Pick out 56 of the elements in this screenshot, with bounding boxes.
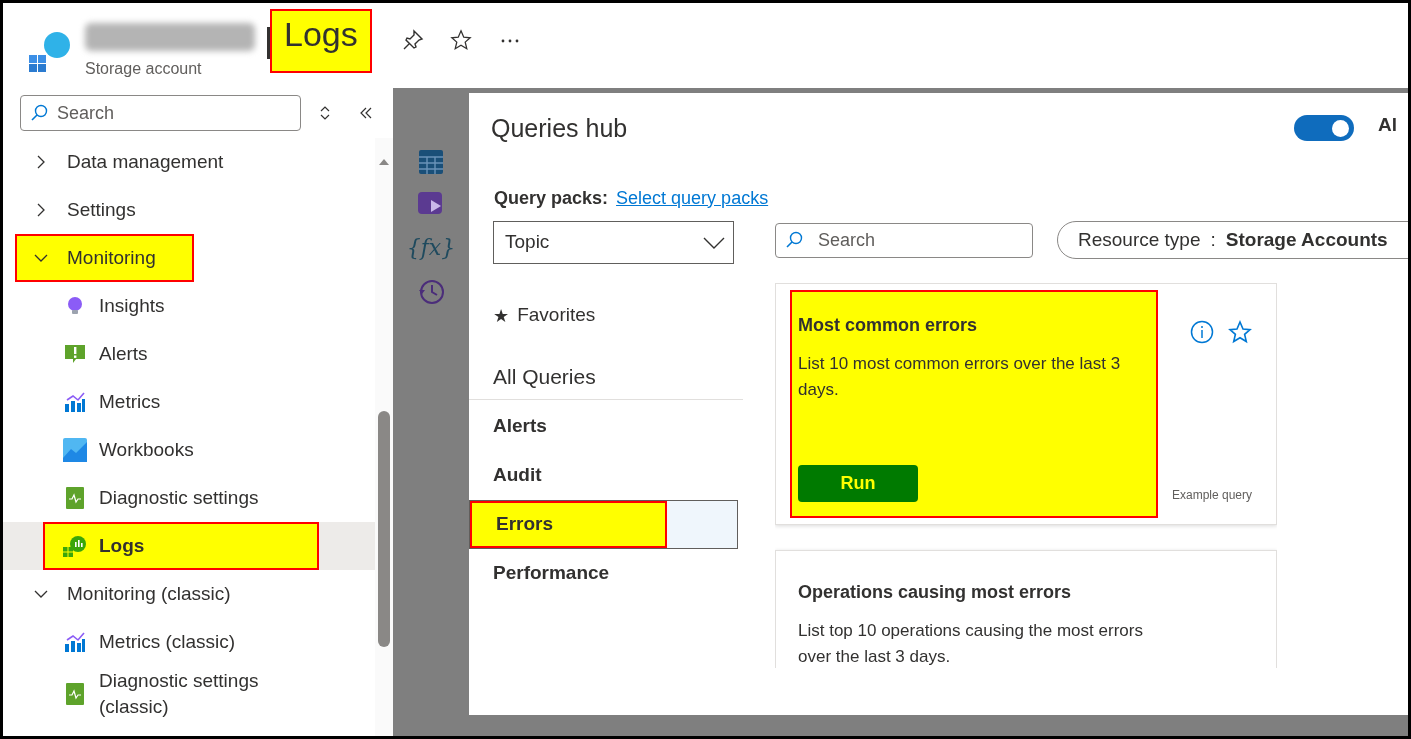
alert-icon bbox=[64, 343, 86, 365]
nav-item[interactable]: Metrics (classic) bbox=[3, 618, 375, 666]
table-icon[interactable] bbox=[418, 149, 444, 175]
collapse-icon[interactable] bbox=[359, 106, 373, 120]
bar-chart-icon bbox=[64, 631, 86, 653]
panel-title: Queries hub bbox=[491, 113, 629, 145]
pin-icon[interactable] bbox=[401, 29, 424, 51]
topic-dropdown[interactable]: Topic bbox=[493, 221, 734, 264]
star-icon[interactable] bbox=[449, 29, 472, 51]
search-icon bbox=[785, 230, 803, 249]
sort-icon[interactable] bbox=[319, 105, 331, 121]
category-item[interactable]: Performance bbox=[469, 549, 610, 598]
category-item[interactable]: ★ Favorites bbox=[469, 290, 596, 340]
nav-group[interactable]: Monitoring (classic) bbox=[15, 570, 269, 618]
star-icon[interactable] bbox=[1228, 320, 1252, 344]
category-item[interactable]: Audit bbox=[469, 451, 542, 500]
chevron-down-icon bbox=[703, 236, 725, 249]
card-footer: Example query bbox=[1171, 486, 1252, 504]
nav-item[interactable]: Diagnostic settings bbox=[3, 474, 375, 522]
select-query-packs-link[interactable]: Select query packs bbox=[616, 184, 769, 212]
logs-icon bbox=[63, 535, 87, 557]
page-title: Logs bbox=[270, 9, 372, 73]
run-button[interactable]: Run bbox=[798, 465, 918, 502]
card-title: Most common errors bbox=[798, 314, 979, 337]
search-field[interactable]: Search bbox=[775, 222, 1033, 258]
nav-group[interactable]: Monitoring bbox=[15, 234, 194, 282]
more-icon[interactable] bbox=[499, 38, 520, 44]
history-icon[interactable] bbox=[417, 278, 445, 306]
nav-item[interactable]: Logs bbox=[3, 522, 375, 570]
category-item[interactable]: All Queries bbox=[469, 340, 596, 399]
diagnostic-icon bbox=[64, 486, 86, 510]
diagnostic-icon bbox=[64, 682, 86, 706]
nav-item[interactable]: Diagnostic settings (classic) bbox=[3, 666, 375, 722]
search-field[interactable]: Search bbox=[20, 95, 301, 131]
toggle-label: Al bbox=[1378, 112, 1398, 137]
info-icon[interactable] bbox=[1190, 320, 1214, 344]
category-item[interactable]: Errors bbox=[470, 501, 667, 548]
scroll-up-icon[interactable] bbox=[378, 158, 390, 166]
nav-item[interactable]: Metrics bbox=[3, 378, 375, 426]
resource-type-label: Storage account bbox=[85, 59, 203, 79]
nav-group[interactable]: Data management bbox=[15, 138, 262, 186]
nav-item[interactable]: Insights bbox=[3, 282, 375, 330]
bar-chart-icon bbox=[64, 391, 86, 413]
nav-item[interactable]: Alerts bbox=[3, 330, 375, 378]
star-glyph: ★ bbox=[493, 303, 510, 328]
toggle-switch[interactable] bbox=[1294, 115, 1354, 141]
card-description: List top 10 operations causing the most errors over the last 3 days. bbox=[798, 620, 1144, 668]
workbook-icon bbox=[63, 438, 87, 462]
video-icon[interactable] bbox=[417, 189, 445, 217]
search-icon bbox=[30, 104, 48, 122]
card-description: List 10 most common errors over the last 3 days. bbox=[798, 353, 1122, 401]
nav-group[interactable]: Settings bbox=[15, 186, 174, 234]
nav-item[interactable]: Workbooks bbox=[3, 426, 375, 474]
card-title: Operations causing most errors bbox=[798, 581, 1073, 604]
query-packs-label: Query packs: bbox=[494, 186, 609, 210]
category-item[interactable]: Alerts bbox=[469, 402, 547, 451]
